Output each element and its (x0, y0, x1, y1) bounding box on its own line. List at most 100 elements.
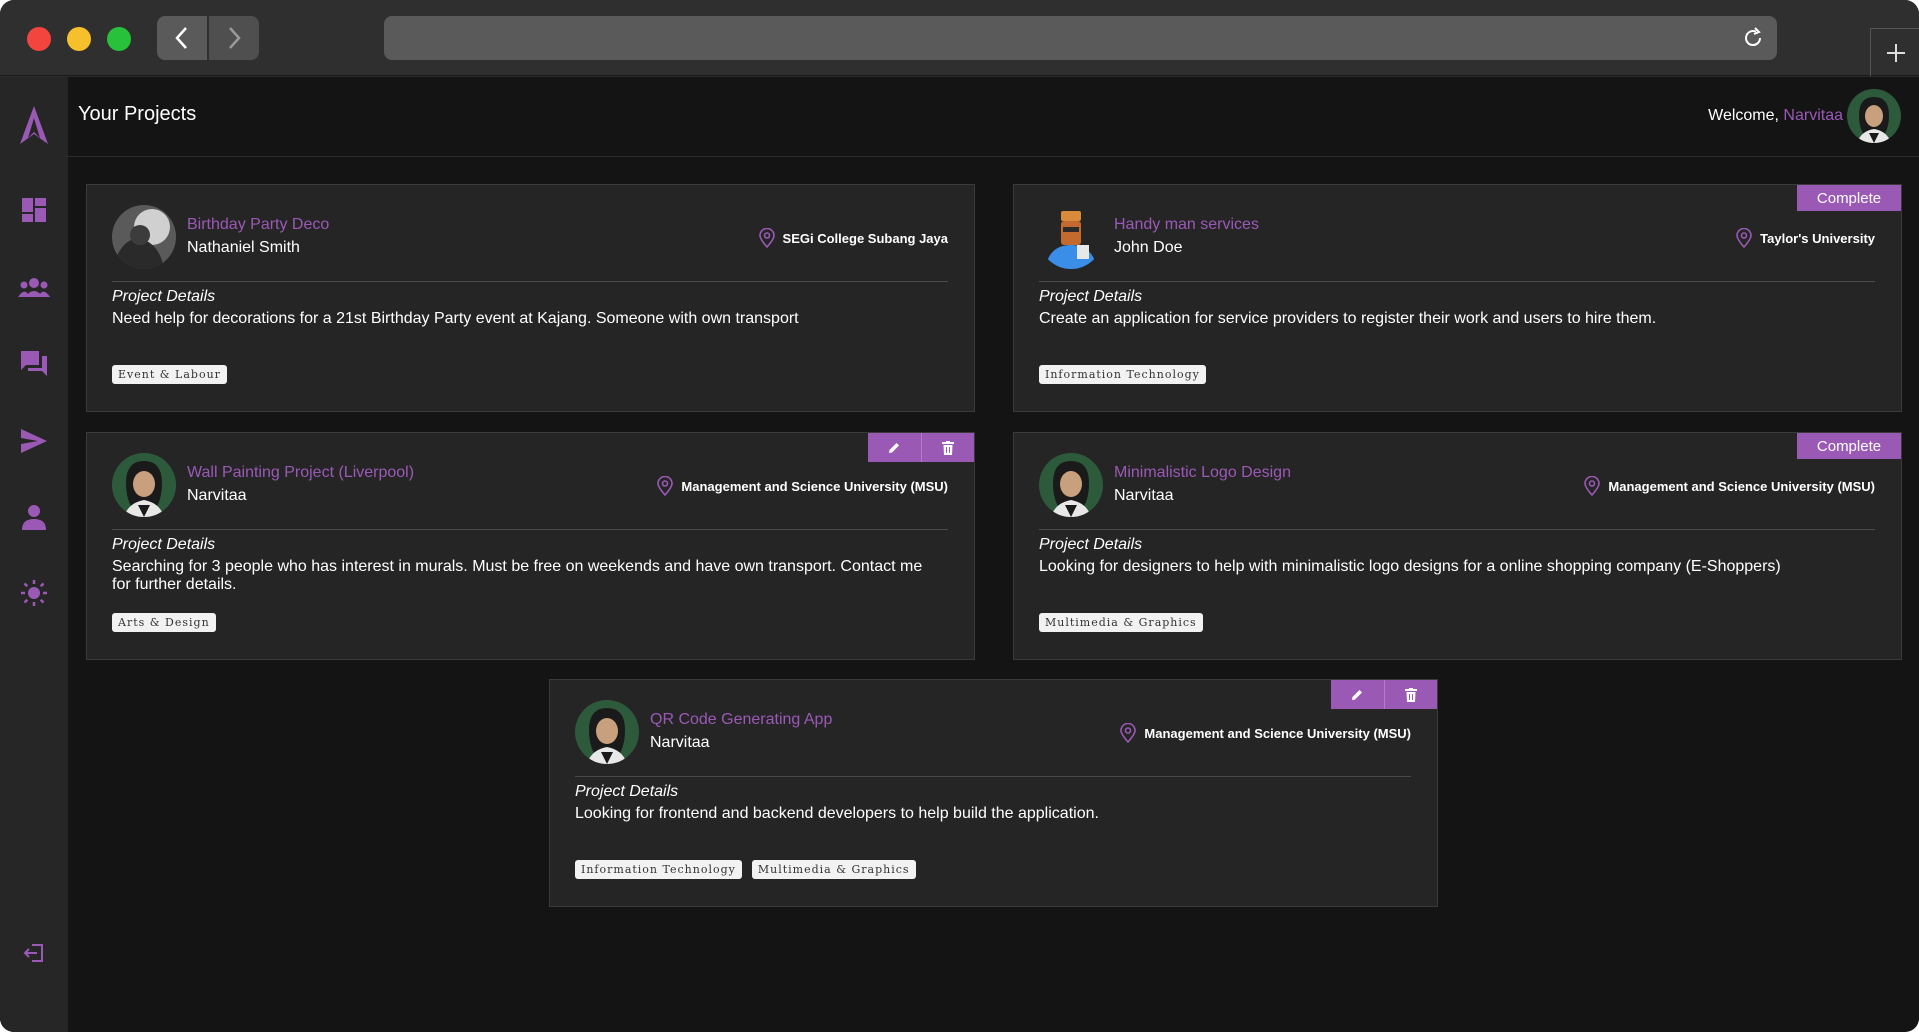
owner-avatar (1039, 453, 1103, 517)
minimize-window-button[interactable] (67, 27, 91, 51)
project-card[interactable]: Complete Handy man services John Doe Tay… (1013, 184, 1902, 412)
location-text: Management and Science University (MSU) (681, 478, 948, 494)
category-tag[interactable]: Information Technology (1039, 365, 1206, 384)
edit-button[interactable] (868, 433, 921, 462)
details-text: Looking for frontend and backend develop… (575, 805, 1099, 822)
tag-list: Information Technology (1039, 365, 1206, 384)
send-icon[interactable] (18, 425, 50, 457)
reload-icon[interactable] (1741, 26, 1765, 50)
welcome-prefix: Welcome, (1708, 107, 1779, 124)
tag-list: Information Technology Multimedia & Grap… (575, 860, 916, 879)
tag-list: Arts & Design (112, 613, 216, 632)
category-tag[interactable]: Information Technology (575, 860, 742, 879)
owner-avatar (112, 453, 176, 517)
details-text: Create an application for service provid… (1039, 310, 1657, 327)
owner-avatar (112, 205, 176, 269)
sidebar (0, 77, 68, 1032)
browser-toolbar (0, 0, 1919, 76)
logout-icon[interactable] (18, 937, 50, 969)
project-card[interactable]: QR Code Generating App Narvitaa Manageme… (549, 679, 1438, 907)
category-tag[interactable]: Multimedia & Graphics (751, 860, 916, 879)
category-tag[interactable]: Multimedia & Graphics (1039, 613, 1203, 632)
page-title: Your Projects (78, 103, 197, 125)
delete-button[interactable] (1383, 680, 1438, 709)
chevron-right-icon (229, 27, 241, 49)
project-location: Management and Science University (MSU) (1120, 723, 1411, 743)
dashboard-icon[interactable] (18, 194, 50, 226)
trash-icon (941, 440, 954, 455)
users-icon[interactable] (18, 272, 50, 304)
project-owner: Narvitaa (1114, 487, 1174, 504)
logo-icon[interactable] (18, 104, 50, 148)
details-label: Project Details (575, 783, 679, 800)
location-text: Management and Science University (MSU) (1608, 478, 1875, 494)
project-title[interactable]: QR Code Generating App (650, 711, 832, 729)
project-title[interactable]: Birthday Party Deco (187, 216, 329, 234)
app-container: Your Projects Welcome, Narvitaa Birthday… (0, 77, 1919, 1032)
plus-icon (1886, 43, 1905, 62)
project-card[interactable]: Wall Painting Project (Liverpool) Narvit… (86, 432, 975, 660)
browser-window: Your Projects Welcome, Narvitaa Birthday… (0, 0, 1919, 1032)
location-pin-icon (1736, 228, 1752, 248)
project-title[interactable]: Wall Painting Project (Liverpool) (187, 464, 414, 482)
back-button[interactable] (157, 16, 207, 60)
maximize-window-button[interactable] (107, 27, 131, 51)
card-actions (868, 433, 974, 462)
location-text: SEGi College Subang Jaya (782, 230, 948, 246)
complete-badge: Complete (1797, 433, 1901, 459)
user-name[interactable]: Narvitaa (1783, 107, 1843, 124)
trash-icon (1404, 687, 1417, 702)
project-location: Management and Science University (MSU) (1584, 476, 1875, 496)
edit-button[interactable] (1331, 680, 1384, 709)
delete-button[interactable] (920, 433, 975, 462)
category-tag[interactable]: Arts & Design (112, 613, 216, 632)
owner-avatar (1039, 205, 1103, 269)
new-tab-button[interactable] (1870, 28, 1919, 76)
location-pin-icon (657, 476, 674, 496)
divider (112, 529, 948, 530)
details-label: Project Details (1039, 288, 1143, 305)
details-text: Looking for designers to help with minim… (1039, 558, 1781, 575)
details-text: Need help for decorations for a 21st Bir… (112, 310, 799, 327)
location-text: Management and Science University (MSU) (1144, 725, 1411, 741)
details-label: Project Details (112, 288, 216, 305)
address-bar[interactable] (384, 16, 1777, 60)
pencil-icon (1352, 689, 1363, 700)
project-owner: Narvitaa (187, 487, 247, 504)
location-text: Taylor's University (1760, 230, 1875, 246)
project-location: Taylor's University (1736, 228, 1875, 248)
tag-list: Event & Labour (112, 365, 227, 384)
pencil-icon (889, 442, 900, 453)
project-card[interactable]: Complete Minimalistic Logo Design Narvit… (1013, 432, 1902, 660)
project-owner: Narvitaa (650, 734, 710, 751)
divider (1039, 529, 1875, 530)
project-owner: Nathaniel Smith (187, 239, 300, 256)
header: Your Projects Welcome, Narvitaa (68, 77, 1919, 157)
location-pin-icon (1584, 476, 1601, 496)
divider (1039, 281, 1875, 282)
profile-icon[interactable] (18, 501, 50, 533)
chevron-left-icon (175, 27, 187, 49)
forward-button[interactable] (209, 16, 259, 60)
project-location: SEGi College Subang Jaya (758, 228, 948, 248)
chat-icon[interactable] (18, 348, 50, 380)
close-window-button[interactable] (27, 27, 51, 51)
divider (575, 776, 1411, 777)
details-label: Project Details (112, 536, 216, 553)
details-text: Searching for 3 people who has interest … (112, 558, 923, 593)
project-location: Management and Science University (MSU) (657, 476, 948, 496)
owner-avatar (575, 700, 639, 764)
divider (112, 281, 948, 282)
project-card[interactable]: Birthday Party Deco Nathaniel Smith SEGi… (86, 184, 975, 412)
tag-list: Multimedia & Graphics (1039, 613, 1203, 632)
project-owner: John Doe (1114, 239, 1183, 256)
user-avatar[interactable] (1847, 89, 1901, 143)
location-pin-icon (1120, 723, 1137, 743)
complete-badge: Complete (1797, 185, 1901, 211)
category-tag[interactable]: Event & Labour (112, 365, 227, 384)
card-actions (1331, 680, 1437, 709)
sun-icon[interactable] (18, 577, 50, 609)
project-title[interactable]: Minimalistic Logo Design (1114, 464, 1291, 482)
project-title[interactable]: Handy man services (1114, 216, 1259, 234)
location-pin-icon (758, 228, 775, 248)
